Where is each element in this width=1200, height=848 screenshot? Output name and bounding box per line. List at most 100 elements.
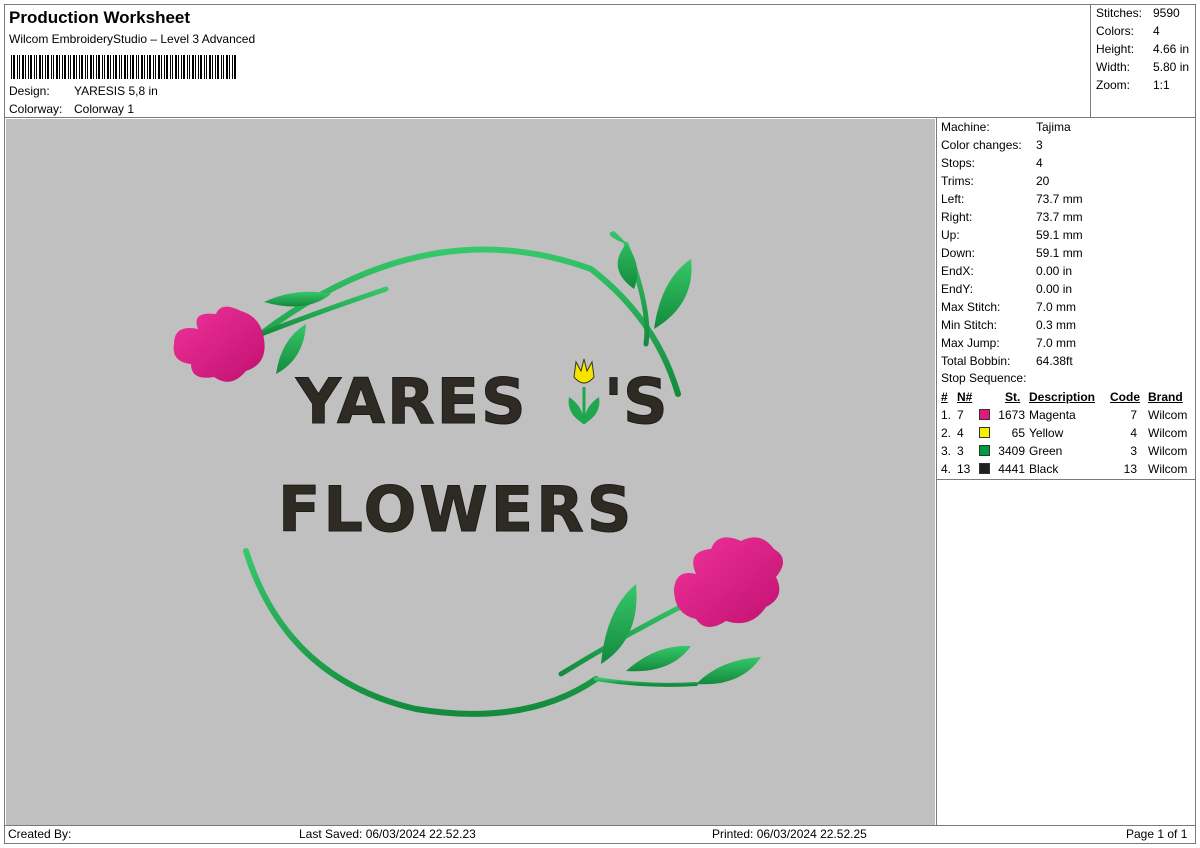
barcode-bar — [229, 55, 230, 79]
barcode-bar — [215, 55, 216, 79]
stop-st: 3409 — [998, 444, 1025, 458]
stop-st: 4441 — [998, 462, 1025, 476]
stop-brand: Wilcom — [1148, 462, 1188, 476]
artwork-line-1: YARES — [295, 365, 528, 438]
upper-leaf-1 — [264, 291, 331, 307]
barcode-bar — [85, 55, 86, 79]
barcode-bar — [96, 55, 97, 79]
barcode-bar — [25, 55, 26, 79]
stop-num: 1. — [941, 408, 952, 422]
barcode-bar — [90, 55, 92, 79]
stop-num: 3. — [941, 444, 952, 458]
barcode-bar — [73, 55, 75, 79]
barcode-bar — [30, 55, 32, 79]
detail-row: Min Stitch: 0.3 mm — [941, 316, 1076, 334]
detail-row: Max Jump: 7.0 mm — [941, 334, 1076, 352]
detail-label: EndX: — [941, 264, 974, 278]
summary-colors: Colors: 4 — [1096, 24, 1160, 38]
detail-label: Left: — [941, 192, 965, 206]
upper-rose — [173, 306, 265, 382]
summary-stitches: Stitches: 9590 — [1096, 6, 1180, 20]
stop-sequence-title: Stop Sequence: — [941, 371, 1027, 385]
barcode-bar — [102, 55, 103, 79]
detail-value: Tajima — [1036, 120, 1071, 134]
barcode-bar — [226, 55, 228, 79]
barcode-bar — [181, 55, 182, 79]
barcode-bar — [130, 55, 131, 79]
barcode-bar — [64, 55, 66, 79]
barcode-bar — [232, 55, 233, 79]
detail-label: Trims: — [941, 174, 974, 188]
stop-row: 4. 13 4441 Black 13 Wilcom — [937, 460, 1196, 478]
barcode-icon — [11, 55, 236, 79]
detail-label: Min Stitch: — [941, 318, 998, 332]
barcode-bar — [62, 55, 63, 79]
barcode-bar — [51, 55, 52, 79]
barcode-bar — [107, 55, 109, 79]
lower-leaf-3 — [696, 657, 761, 685]
detail-row: Trims: 20 — [941, 172, 1049, 190]
detail-row: Right: 73.7 mm — [941, 208, 1083, 226]
barcode-bar — [115, 55, 117, 79]
stop-st: 1673 — [998, 408, 1025, 422]
colorway-value: Colorway 1 — [74, 102, 135, 116]
stop-n: 7 — [957, 408, 964, 422]
lower-arc-stem — [243, 548, 599, 717]
barcode-bar — [53, 55, 54, 79]
summary-box: Stitches: 9590 Colors: 4 Height: 4.66 in Wi… — [1090, 4, 1196, 118]
barcode-bar — [76, 55, 77, 79]
stop-row: 3. 3 3409 Green 3 Wilcom — [937, 442, 1196, 460]
stop-code: 3 — [1130, 444, 1137, 458]
barcode-bar — [175, 55, 177, 79]
barcode-bar — [212, 55, 213, 79]
colorway-row: Colorway: Colorway 1 — [9, 102, 134, 116]
stop-description: Black — [1029, 462, 1059, 476]
barcode-bar — [187, 55, 188, 79]
detail-row: Down: 59.1 mm — [941, 244, 1083, 262]
footer-divider — [4, 825, 1196, 826]
lower-rose — [674, 537, 784, 628]
stop-sequence-table: # N# St. Description Code Brand 1. 7 1673 M… — [937, 388, 1196, 478]
last-saved: Last Saved: 06/03/2024 22.52.23 — [299, 827, 476, 841]
summary-width: Width: 5.80 in — [1096, 60, 1190, 74]
stop-st: 65 — [1011, 426, 1025, 440]
barcode-bar — [127, 55, 128, 79]
barcode-bar — [198, 55, 199, 79]
barcode-bar — [47, 55, 49, 79]
stop-description: Green — [1029, 444, 1063, 458]
artwork-line-2: FLOWERS — [278, 473, 635, 546]
detail-row: Max Stitch: 7.0 mm — [941, 298, 1076, 316]
barcode-bar — [149, 55, 151, 79]
barcode-bar — [68, 55, 69, 79]
detail-label: Color changes: — [941, 138, 1022, 152]
barcode-bar — [17, 55, 18, 79]
stop-code: 7 — [1130, 408, 1137, 422]
barcode-bar — [138, 55, 139, 79]
barcode-bar — [178, 55, 179, 79]
stop-brand: Wilcom — [1148, 426, 1188, 440]
stop-row: 2. 4 65 Yellow 4 Wilcom — [937, 424, 1196, 442]
barcode-bar — [221, 55, 222, 79]
detail-value: 4 — [1036, 156, 1043, 170]
lower-leaf-2 — [626, 645, 691, 672]
detail-value: 7.0 mm — [1036, 336, 1077, 350]
barcode-bar — [192, 55, 194, 79]
summary-zoom: Zoom: 1:1 — [1096, 78, 1170, 92]
barcode-bar — [119, 55, 120, 79]
barcode-bar — [39, 55, 41, 79]
detail-value: 73.7 mm — [1036, 210, 1083, 224]
barcode-bar — [11, 55, 12, 79]
detail-row: EndX: 0.00 in — [941, 262, 1072, 280]
detail-label: Stops: — [941, 156, 976, 170]
detail-label: Max Jump: — [941, 336, 1000, 350]
barcode-bar — [144, 55, 145, 79]
design-value: YARESIS 5,8 in — [74, 84, 158, 98]
stop-code: 13 — [1123, 462, 1137, 476]
software-name: Wilcom EmbroideryStudio – Level 3 Advanc… — [9, 32, 256, 46]
detail-label: Total Bobbin: — [941, 354, 1011, 368]
detail-row: Stops: 4 — [941, 154, 1043, 172]
barcode-bar — [153, 55, 154, 79]
barcode-bar — [166, 55, 168, 79]
worksheet-header: Production Worksheet Wilcom EmbroiderySt… — [5, 5, 1090, 117]
barcode-bar — [217, 55, 219, 79]
